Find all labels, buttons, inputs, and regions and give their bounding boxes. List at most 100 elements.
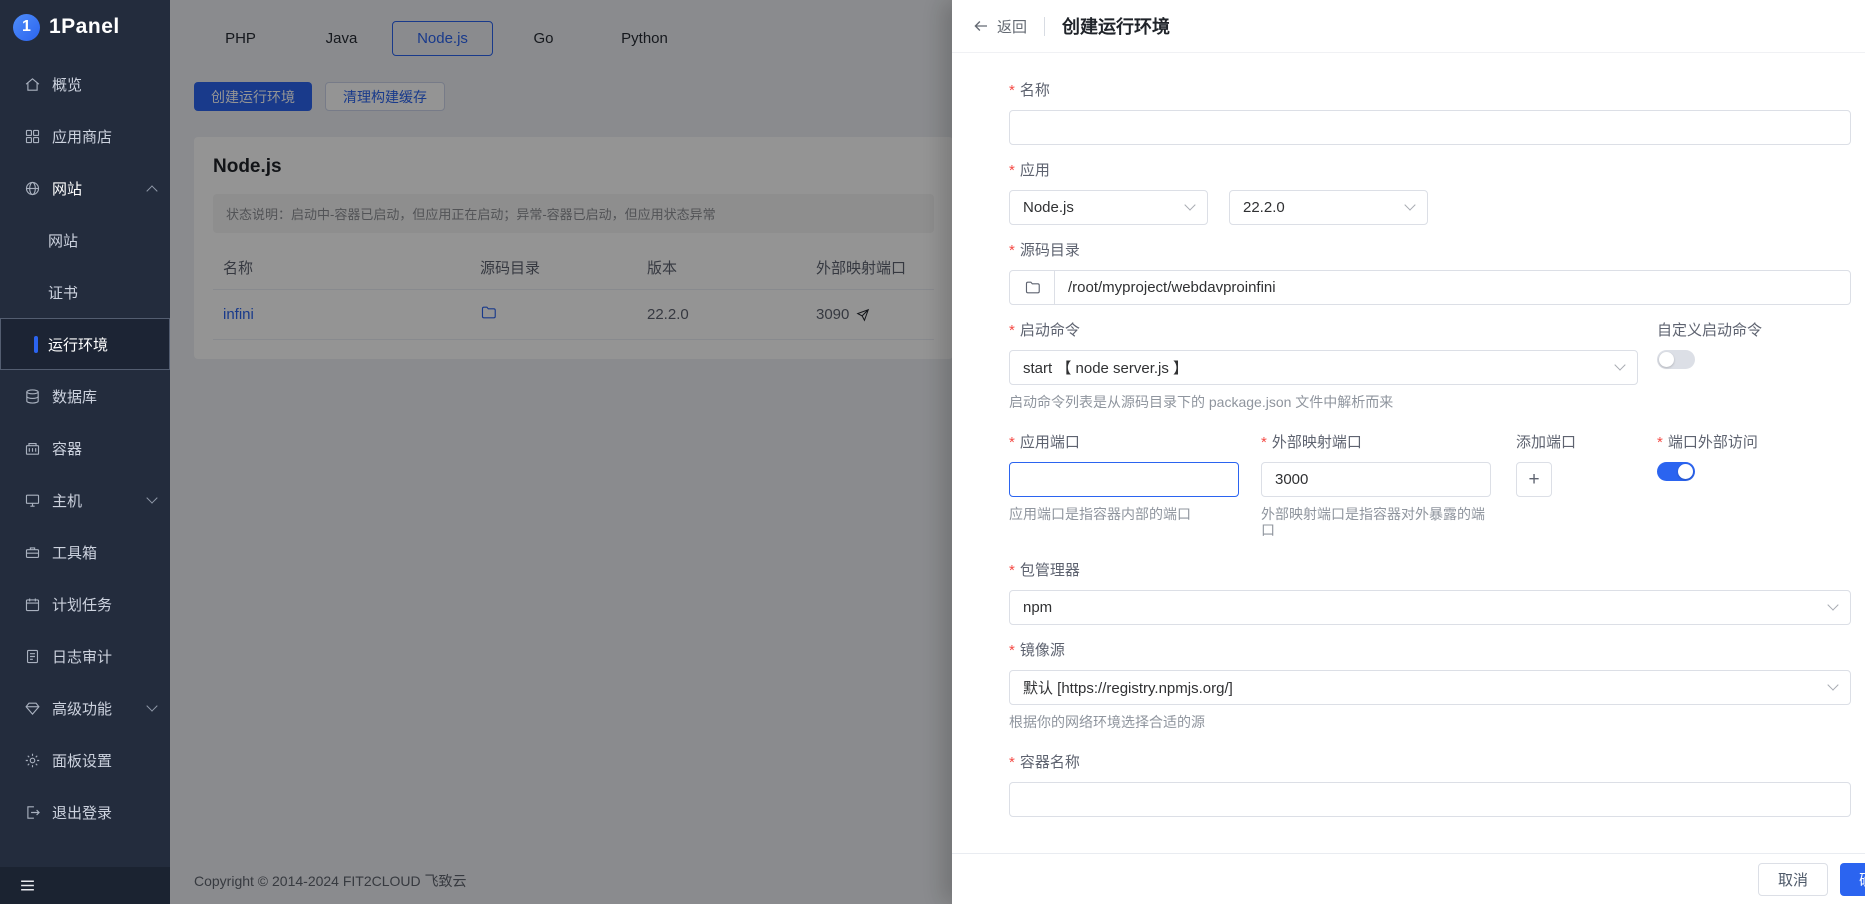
app-version-select[interactable]: 22.2.0 [1229, 190, 1428, 225]
home-icon [24, 76, 41, 93]
sidebar-item-label: 网站 [48, 230, 78, 251]
sidebar-item-appstore[interactable]: 应用商店 [0, 110, 170, 162]
sidebar-item-label: 证书 [48, 282, 78, 303]
field-name: 名称 [1009, 82, 1851, 145]
drawer-body: 名称 应用 Node.js 22.2.0 源码目录 [952, 53, 1865, 853]
collapse-menu-icon[interactable] [18, 877, 37, 894]
grid-icon [24, 128, 41, 145]
ext-port-help: 外部映射端口是指容器对外暴露的端口 [1261, 506, 1491, 538]
calendar-icon [24, 596, 41, 613]
custom-cmd-toggle[interactable] [1657, 350, 1695, 369]
source-dir-label: 源码目录 [1009, 242, 1851, 260]
app-label: 应用 [1009, 162, 1851, 180]
sidebar-bottom-bar [0, 867, 170, 904]
sidebar-item-toolbox[interactable]: 工具箱 [0, 526, 170, 578]
browse-folder-button[interactable] [1009, 270, 1055, 305]
ext-port-column: 外部映射端口 外部映射端口是指容器对外暴露的端口 [1261, 434, 1491, 538]
sidebar-item-label: 计划任务 [52, 594, 112, 615]
cancel-button[interactable]: 取消 [1758, 863, 1828, 896]
sidebar-item-overview[interactable]: 概览 [0, 58, 170, 110]
field-ports: 应用端口 应用端口是指容器内部的端口 外部映射端口 外部映射端口是指容器对外暴露… [1009, 434, 1851, 538]
sidebar-item-label: 数据库 [52, 386, 97, 407]
start-cmd-select[interactable]: start 【 node server.js 】 [1009, 350, 1638, 385]
back-arrow-icon [972, 17, 990, 35]
globe-icon [24, 180, 41, 197]
port-access-label: 端口外部访问 [1657, 434, 1851, 452]
custom-cmd-label: 自定义启动命令 [1657, 322, 1762, 340]
sidebar-item-database[interactable]: 数据库 [0, 370, 170, 422]
gear-icon [24, 752, 41, 769]
mirror-select[interactable]: 默认 [https://registry.npmjs.org/] [1009, 670, 1851, 705]
app-select-value: Node.js [1023, 199, 1074, 216]
app-select[interactable]: Node.js [1009, 190, 1208, 225]
chevron-down-icon [1184, 199, 1195, 210]
sidebar: 1 1Panel 概览 应用商店 网站 网站 证书 [0, 0, 170, 904]
add-port-button[interactable]: + [1516, 462, 1552, 497]
app-port-input[interactable] [1009, 462, 1239, 497]
pkg-label: 包管理器 [1009, 562, 1851, 580]
chevron-down-icon [1827, 599, 1838, 610]
source-dir-input[interactable] [1054, 270, 1851, 305]
field-start-command: 启动命令 start 【 node server.js 】 启动命令列表是从源码… [1009, 322, 1851, 410]
name-input[interactable] [1009, 110, 1851, 145]
logo-text: 1Panel [49, 15, 120, 39]
pkg-select[interactable]: npm [1009, 590, 1851, 625]
sidebar-item-logs[interactable]: 日志审计 [0, 630, 170, 682]
container-name-input[interactable] [1009, 782, 1851, 817]
sidebar-item-container[interactable]: 容器 [0, 422, 170, 474]
sidebar-item-certificate[interactable]: 证书 [0, 266, 170, 318]
sidebar-item-advanced[interactable]: 高级功能 [0, 682, 170, 734]
pkg-select-value: npm [1023, 599, 1052, 616]
database-icon [24, 388, 41, 405]
sidebar-item-host[interactable]: 主机 [0, 474, 170, 526]
field-mirror: 镜像源 默认 [https://registry.npmjs.org/] 根据你… [1009, 642, 1851, 730]
ext-port-input[interactable] [1261, 462, 1491, 497]
sidebar-item-cron[interactable]: 计划任务 [0, 578, 170, 630]
back-button[interactable]: 返回 [972, 16, 1027, 37]
toggle-knob [1678, 464, 1693, 479]
drawer-title: 创建运行环境 [1062, 13, 1170, 39]
app-port-label: 应用端口 [1009, 434, 1239, 452]
sidebar-item-label: 主机 [52, 490, 82, 511]
app-port-column: 应用端口 应用端口是指容器内部的端口 [1009, 434, 1239, 538]
sidebar-item-settings[interactable]: 面板设置 [0, 734, 170, 786]
container-name-label: 容器名称 [1009, 754, 1851, 772]
port-access-toggle[interactable] [1657, 462, 1695, 481]
back-label: 返回 [997, 16, 1027, 37]
sidebar-item-label: 容器 [52, 438, 82, 459]
field-container-name: 容器名称 [1009, 754, 1851, 817]
confirm-button[interactable]: 确认 [1840, 863, 1865, 896]
toggle-knob [1659, 352, 1674, 367]
chevron-down-icon [146, 492, 157, 503]
app-version-value: 22.2.0 [1243, 199, 1285, 216]
sidebar-item-label: 运行环境 [48, 334, 108, 355]
header-divider [1044, 17, 1045, 36]
chevron-down-icon [1614, 359, 1625, 370]
app-port-help: 应用端口是指容器内部的端口 [1009, 506, 1239, 522]
field-source-dir: 源码目录 [1009, 242, 1851, 305]
sidebar-item-label: 面板设置 [52, 750, 112, 771]
chevron-down-icon [146, 700, 157, 711]
sidebar-item-label: 网站 [52, 178, 82, 199]
start-cmd-value: start 【 node server.js 】 [1023, 357, 1188, 378]
sidebar-item-website[interactable]: 网站 [0, 214, 170, 266]
drawer-footer: 取消 确认 [952, 853, 1865, 904]
sidebar-item-logout[interactable]: 退出登录 [0, 786, 170, 838]
create-runtime-drawer: 返回 创建运行环境 名称 应用 Node.js 22.2.0 [952, 0, 1865, 904]
field-app: 应用 Node.js 22.2.0 [1009, 162, 1851, 225]
logo[interactable]: 1 1Panel [0, 0, 170, 54]
start-cmd-help: 启动命令列表是从源码目录下的 package.json 文件中解析而来 [1009, 394, 1638, 410]
port-access-column: 端口外部访问 [1657, 434, 1851, 538]
mirror-label: 镜像源 [1009, 642, 1851, 660]
chevron-up-icon [146, 185, 157, 196]
sidebar-item-label: 日志审计 [52, 646, 112, 667]
sidebar-item-label: 概览 [52, 74, 82, 95]
start-cmd-label: 启动命令 [1009, 322, 1638, 340]
logout-icon [24, 804, 41, 821]
name-label: 名称 [1009, 82, 1851, 100]
sidebar-item-website-group[interactable]: 网站 [0, 162, 170, 214]
mirror-help: 根据你的网络环境选择合适的源 [1009, 714, 1851, 730]
toolbox-icon [24, 544, 41, 561]
sidebar-item-runtime[interactable]: 运行环境 [0, 318, 170, 370]
chevron-down-icon [1827, 679, 1838, 690]
